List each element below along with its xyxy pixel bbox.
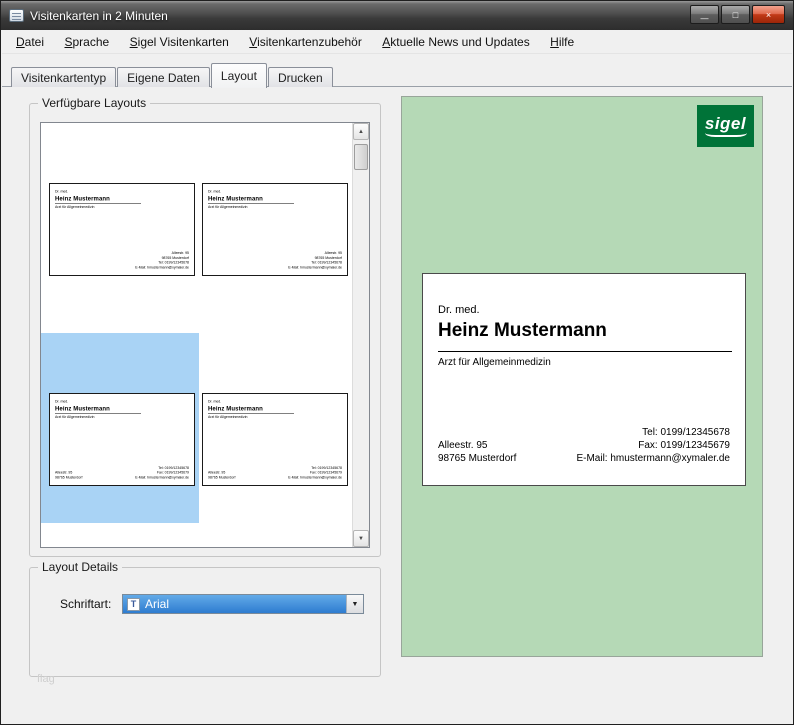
preview-tel: Tel: 0199/12345678 xyxy=(576,426,730,439)
preview-profession: Arzt für Allgemeinmedizin xyxy=(438,357,551,368)
mini-card-name: Heinz Mustermann xyxy=(208,405,342,412)
mini-card-address: Alleestr. 95 98765 Musterdorf xyxy=(55,471,82,480)
mini-card-email: E-Mail: hmustermann@xymaler.de xyxy=(288,265,342,270)
preview-email: E-Mail: hmustermann@xymaler.de xyxy=(576,452,730,465)
maximize-button[interactable]: □ xyxy=(721,5,750,24)
mini-card-city: 98765 Musterdorf xyxy=(208,475,235,480)
mini-card-contact-block: Alleestr. 95 98765 Musterdorf Tel: 0199/… xyxy=(55,466,189,480)
layout-list[interactable]: Dr. med. Heinz Mustermann Arzt für Allge… xyxy=(40,122,370,548)
minimize-icon: — xyxy=(701,14,709,23)
font-select-dropdown-button[interactable]: ▼ xyxy=(346,595,363,613)
font-select[interactable]: T Arial ▼ xyxy=(122,594,364,614)
menu-item-datei[interactable]: Datei xyxy=(8,31,52,53)
preview-fax: Fax: 0199/12345679 xyxy=(576,439,730,452)
maximize-icon: □ xyxy=(733,10,738,20)
layout-thumbnail-2[interactable]: Dr. med. Heinz Mustermann Arzt für Allge… xyxy=(202,183,348,276)
available-layouts-group: Verfügbare Layouts Dr. med. Heinz Muster… xyxy=(29,103,381,557)
mini-card-rule xyxy=(208,203,294,204)
scroll-up-icon: ▲ xyxy=(358,129,364,135)
preview-street: Alleestr. 95 xyxy=(438,439,516,452)
mini-card: Dr. med. Heinz Mustermann Arzt für Allge… xyxy=(50,394,194,485)
mini-card-name: Heinz Mustermann xyxy=(55,405,189,412)
scrollbar-down-button[interactable]: ▼ xyxy=(353,530,369,547)
tabstrip: Visitenkartentyp Eigene Daten Layout Dru… xyxy=(11,62,334,87)
mini-card: Dr. med. Heinz Mustermann Arzt für Allge… xyxy=(50,184,194,275)
font-label: Schriftart: xyxy=(60,597,111,611)
menu-item-sigel-visitenkarten[interactable]: Sigel Visitenkarten xyxy=(122,31,237,53)
menubar: Datei Sprache Sigel Visitenkarten Visite… xyxy=(2,31,792,54)
mini-card-profession: Arzt für Allgemeinmedizin xyxy=(55,415,189,419)
mini-card-email: E-Mail: hmustermann@xymaler.de xyxy=(135,265,189,270)
tab-visitenkartentyp[interactable]: Visitenkartentyp xyxy=(11,67,116,87)
mini-card-degree: Dr. med. xyxy=(55,190,189,194)
close-button[interactable]: × xyxy=(752,5,785,24)
layout-thumbnail-3-selected[interactable]: Dr. med. Heinz Mustermann Arzt für Allge… xyxy=(49,393,195,486)
mini-card-contact: Tel: 0199/12345678 Fax: 0199/12345679 E-… xyxy=(135,466,189,480)
sigel-logo: sigel xyxy=(697,105,754,147)
app-icon xyxy=(9,9,24,22)
font-select-text: Arial xyxy=(145,597,169,611)
mini-card-contact: Tel: 0199/12345678 Fax: 0199/12345679 E-… xyxy=(288,466,342,480)
mini-card: Dr. med. Heinz Mustermann Arzt für Allge… xyxy=(203,394,347,485)
mini-card-name: Heinz Mustermann xyxy=(55,195,189,202)
tab-drucken[interactable]: Drucken xyxy=(268,67,333,87)
mini-card-email: E-Mail: hmustermann@xymaler.de xyxy=(135,475,189,480)
menu-item-visitenkartenzubehoer[interactable]: Visitenkartenzubehör xyxy=(241,31,370,53)
layout-details-group: Layout Details Schriftart: T Arial ▼ xyxy=(29,567,381,677)
mini-card-rule xyxy=(208,413,294,414)
mini-card-contact-block: Alleestr. 95 98765 Musterdorf Tel: 0199/… xyxy=(135,251,189,270)
layout-thumbnail-4[interactable]: Dr. med. Heinz Mustermann Arzt für Allge… xyxy=(202,393,348,486)
preview-address: Alleestr. 95 98765 Musterdorf xyxy=(438,439,516,465)
mini-card-profession: Arzt für Allgemeinmedizin xyxy=(55,205,189,209)
scrollbar-thumb[interactable] xyxy=(354,144,368,170)
menu-item-news-und-updates[interactable]: Aktuelle News und Updates xyxy=(374,31,537,53)
mini-card-profession: Arzt für Allgemeinmedizin xyxy=(208,205,342,209)
window-title: Visitenkarten in 2 Minuten xyxy=(30,9,168,23)
menu-item-hilfe[interactable]: Hilfe xyxy=(542,31,582,53)
mini-card-contact-block: Alleestr. 95 98765 Musterdorf Tel: 0199/… xyxy=(288,251,342,270)
mini-card-name: Heinz Mustermann xyxy=(208,195,342,202)
mini-card-email: E-Mail: hmustermann@xymaler.de xyxy=(288,475,342,480)
mini-card-degree: Dr. med. xyxy=(208,400,342,404)
close-icon: × xyxy=(766,10,771,20)
mini-card-city: 98765 Musterdorf xyxy=(55,475,82,480)
chevron-down-icon: ▼ xyxy=(352,601,359,608)
scrollbar-up-button[interactable]: ▲ xyxy=(353,123,369,140)
minimize-button[interactable]: — xyxy=(690,5,719,24)
mini-card-rule xyxy=(55,203,141,204)
mini-card-rule xyxy=(55,413,141,414)
mini-card: Dr. med. Heinz Mustermann Arzt für Allge… xyxy=(203,184,347,275)
preview-rule xyxy=(438,351,732,352)
mini-card-profession: Arzt für Allgemeinmedizin xyxy=(208,415,342,419)
mini-card-address: Alleestr. 95 98765 Musterdorf xyxy=(208,471,235,480)
preview-name: Heinz Mustermann xyxy=(438,320,607,342)
truetype-icon: T xyxy=(127,598,140,611)
menu-item-sprache[interactable]: Sprache xyxy=(56,31,117,53)
layout-details-title: Layout Details xyxy=(38,560,122,574)
tab-eigene-daten[interactable]: Eigene Daten xyxy=(117,67,210,87)
card-preview-panel: sigel Dr. med. Heinz Mustermann Arzt für… xyxy=(401,96,763,657)
available-layouts-title: Verfügbare Layouts xyxy=(38,96,150,110)
business-card-preview: Dr. med. Heinz Mustermann Arzt für Allge… xyxy=(422,273,746,486)
preview-contact: Tel: 0199/12345678 Fax: 0199/12345679 E-… xyxy=(576,426,730,465)
mini-card-degree: Dr. med. xyxy=(208,190,342,194)
preview-city: 98765 Musterdorf xyxy=(438,452,516,465)
layout-list-scrollbar[interactable]: ▲ ▼ xyxy=(352,123,369,547)
app-window: Visitenkarten in 2 Minuten — □ × Datei S… xyxy=(0,0,794,725)
tab-layout[interactable]: Layout xyxy=(211,63,267,88)
sigel-logo-swoosh xyxy=(705,133,747,137)
titlebar[interactable]: Visitenkarten in 2 Minuten — □ × xyxy=(1,1,793,30)
mini-card-contact-block: Alleestr. 95 98765 Musterdorf Tel: 0199/… xyxy=(208,466,342,480)
scroll-down-icon: ▼ xyxy=(358,536,364,542)
watermark: flag xyxy=(37,673,55,685)
preview-degree: Dr. med. xyxy=(438,304,480,316)
window-controls: — □ × xyxy=(690,5,785,24)
mini-card-degree: Dr. med. xyxy=(55,400,189,404)
font-select-value[interactable]: T Arial xyxy=(123,595,346,613)
layout-thumbnail-1[interactable]: Dr. med. Heinz Mustermann Arzt für Allge… xyxy=(49,183,195,276)
sigel-logo-text: sigel xyxy=(705,115,746,132)
